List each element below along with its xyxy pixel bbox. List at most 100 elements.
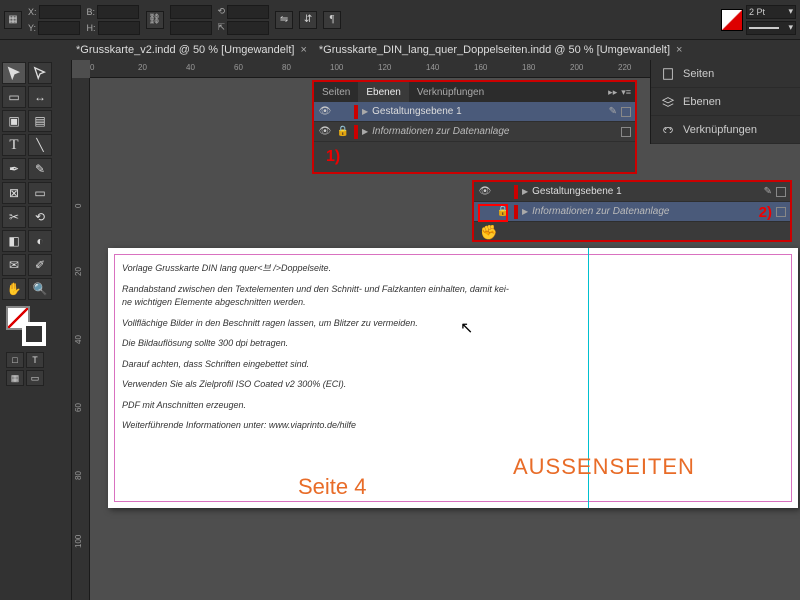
layer-row[interactable]: 👁 ▶ Gestaltungsebene 1 ✎ xyxy=(314,102,635,122)
page-label-aussen: AUSSENSEITEN xyxy=(513,454,695,480)
visibility-icon[interactable]: 👁 xyxy=(318,106,332,117)
visibility-icon[interactable]: 👁 xyxy=(478,186,492,197)
annotation-2: 2) xyxy=(759,204,772,221)
layer-row[interactable]: 👁 ▶ Gestaltungsebene 1 ✎ xyxy=(474,182,790,202)
y-field[interactable] xyxy=(38,21,80,35)
layers-panel-2[interactable]: 👁 ▶ Gestaltungsebene 1 ✎ 🔒 ▶ Information… xyxy=(472,180,792,242)
y-label: Y: xyxy=(28,23,36,33)
layer-color-icon xyxy=(514,205,518,219)
workarea: 020406080100120140160180200220240260280 … xyxy=(72,60,800,600)
w-label: B: xyxy=(87,7,96,17)
rectangle-tool[interactable]: ▭ xyxy=(28,182,52,204)
expand-icon[interactable]: ▶ xyxy=(362,127,368,136)
fill-stroke-swatch[interactable] xyxy=(6,306,46,346)
control-bar: ▦ X: Y: B: H: ⛓ ⟲ ⇱ ⇋ ⇵ ¶ 2 Pt▾ ▾ xyxy=(0,0,800,40)
expand-icon[interactable]: ▶ xyxy=(522,187,528,196)
hand-tool[interactable]: ✋ xyxy=(2,278,26,300)
page-tool[interactable]: ▭ xyxy=(2,86,26,108)
stroke-weight-field[interactable]: 2 Pt▾ xyxy=(746,5,796,19)
gradient-feather-tool[interactable]: ◐ xyxy=(28,230,52,252)
scissors-tool[interactable]: ✂ xyxy=(2,206,26,228)
page-label-seite4: Seite 4 xyxy=(298,474,367,500)
ref-point-icon[interactable]: ▦ xyxy=(4,11,22,29)
layer-name: Informationen zur Datenanlage xyxy=(372,126,617,137)
dock-ebenen[interactable]: Ebenen xyxy=(651,88,800,116)
scale-x-field[interactable] xyxy=(170,5,212,19)
apply-text-icon[interactable]: T xyxy=(26,352,44,368)
doc-tab-title: *Grusskarte_v2.indd @ 50 % [Umgewandelt] xyxy=(76,44,294,56)
edit-icon[interactable]: ✎ xyxy=(764,186,772,197)
dock-verknuepfungen[interactable]: Verknüpfungen xyxy=(651,116,800,144)
direct-selection-tool[interactable] xyxy=(28,62,52,84)
h-field[interactable] xyxy=(98,21,140,35)
close-icon[interactable]: × xyxy=(300,44,306,56)
view-mode-preview[interactable]: ▭ xyxy=(26,370,44,386)
layer-color-icon xyxy=(514,185,518,199)
rectangle-frame-tool[interactable]: ⊠ xyxy=(2,182,26,204)
transform-tool[interactable]: ⟲ xyxy=(28,206,52,228)
pen-tool[interactable]: ✒ xyxy=(2,158,26,180)
line-tool[interactable]: ╲ xyxy=(28,134,52,156)
link-dims-icon[interactable]: ⛓ xyxy=(146,11,164,29)
vertical-ruler: 020406080100 xyxy=(72,78,90,600)
apply-container-icon[interactable]: □ xyxy=(6,352,24,368)
type-tool[interactable]: T xyxy=(2,134,26,156)
eyedropper-tool[interactable]: ✐ xyxy=(28,254,52,276)
flip-v-icon[interactable]: ⇵ xyxy=(299,11,317,29)
select-box-icon[interactable] xyxy=(621,127,631,137)
pencil-tool[interactable]: ✎ xyxy=(28,158,52,180)
rotate-field[interactable] xyxy=(227,5,269,19)
layer-row[interactable]: 🔒 ▶ Informationen zur Datenanlage xyxy=(474,202,790,222)
layers-panel-1[interactable]: Seiten Ebenen Verknüpfungen ▸▸ ▾≡ 👁 ▶ Ges… xyxy=(312,80,637,174)
x-field[interactable] xyxy=(39,5,81,19)
gradient-swatch-tool[interactable]: ◧ xyxy=(2,230,26,252)
tab-seiten[interactable]: Seiten xyxy=(314,82,358,102)
panel-menu-icon[interactable]: ▾≡ xyxy=(621,87,631,98)
doc-tab[interactable]: *Grusskarte_DIN_lang_quer_Doppelseiten.i… xyxy=(313,40,689,60)
shear-field[interactable] xyxy=(227,21,269,35)
select-box-icon[interactable] xyxy=(621,107,631,117)
view-mode-normal[interactable]: ▦ xyxy=(6,370,24,386)
note-tool[interactable]: ✉ xyxy=(2,254,26,276)
doc-tab-title: *Grusskarte_DIN_lang_quer_Doppelseiten.i… xyxy=(319,44,670,56)
h-label: H: xyxy=(87,23,96,33)
selection-tool[interactable] xyxy=(2,62,26,84)
x-label: X: xyxy=(28,7,37,17)
expand-icon[interactable]: ▶ xyxy=(362,107,368,116)
grab-cursor-icon: ✊ xyxy=(480,224,497,241)
visibility-icon[interactable]: 👁 xyxy=(318,126,332,137)
highlight-box xyxy=(478,204,508,222)
select-box-icon[interactable] xyxy=(776,187,786,197)
expand-icon[interactable]: ▶ xyxy=(522,207,528,216)
tab-verknuepfungen[interactable]: Verknüpfungen xyxy=(409,82,492,102)
close-icon[interactable]: × xyxy=(676,44,682,56)
fill-swatch[interactable] xyxy=(721,9,743,31)
lock-icon[interactable]: 🔒 xyxy=(336,126,350,137)
right-dock: Seiten Ebenen Verknüpfungen xyxy=(650,60,800,144)
paragraph-icon[interactable]: ¶ xyxy=(323,11,341,29)
content-placer-tool[interactable]: ▤ xyxy=(28,110,52,132)
doc-tab[interactable]: *Grusskarte_v2.indd @ 50 % [Umgewandelt]… xyxy=(70,40,313,60)
select-box-icon[interactable] xyxy=(776,207,786,217)
tab-ebenen[interactable]: Ebenen xyxy=(358,82,408,102)
panel-collapse-icon[interactable]: ▸▸ xyxy=(608,87,617,98)
layer-row[interactable]: 👁 🔒 ▶ Informationen zur Datenanlage xyxy=(314,122,635,142)
edit-icon[interactable]: ✎ xyxy=(609,106,617,117)
template-text: Vorlage Grusskarte DIN lang quer<브 />Dop… xyxy=(122,262,598,440)
gap-tool[interactable]: ↔ xyxy=(28,86,52,108)
layer-color-icon xyxy=(354,105,358,119)
doc-tabs: *Grusskarte_v2.indd @ 50 % [Umgewandelt]… xyxy=(0,40,800,60)
layer-color-icon xyxy=(354,125,358,139)
tools-panel: ▭↔ ▣▤ T╲ ✒✎ ⊠▭ ✂⟲ ◧◐ ✉✐ ✋🔍 □T ▦▭ xyxy=(0,60,72,600)
layer-name: Gestaltungsebene 1 xyxy=(532,186,759,197)
zoom-tool[interactable]: 🔍 xyxy=(28,278,52,300)
dock-seiten[interactable]: Seiten xyxy=(651,60,800,88)
layer-name: Informationen zur Datenanlage xyxy=(532,206,772,217)
content-collector-tool[interactable]: ▣ xyxy=(2,110,26,132)
document-page[interactable]: Vorlage Grusskarte DIN lang quer<브 />Dop… xyxy=(108,248,798,508)
stroke-style-field[interactable]: ▾ xyxy=(746,21,796,35)
w-field[interactable] xyxy=(97,5,139,19)
flip-h-icon[interactable]: ⇋ xyxy=(275,11,293,29)
scale-y-field[interactable] xyxy=(170,21,212,35)
layer-name: Gestaltungsebene 1 xyxy=(372,106,604,117)
